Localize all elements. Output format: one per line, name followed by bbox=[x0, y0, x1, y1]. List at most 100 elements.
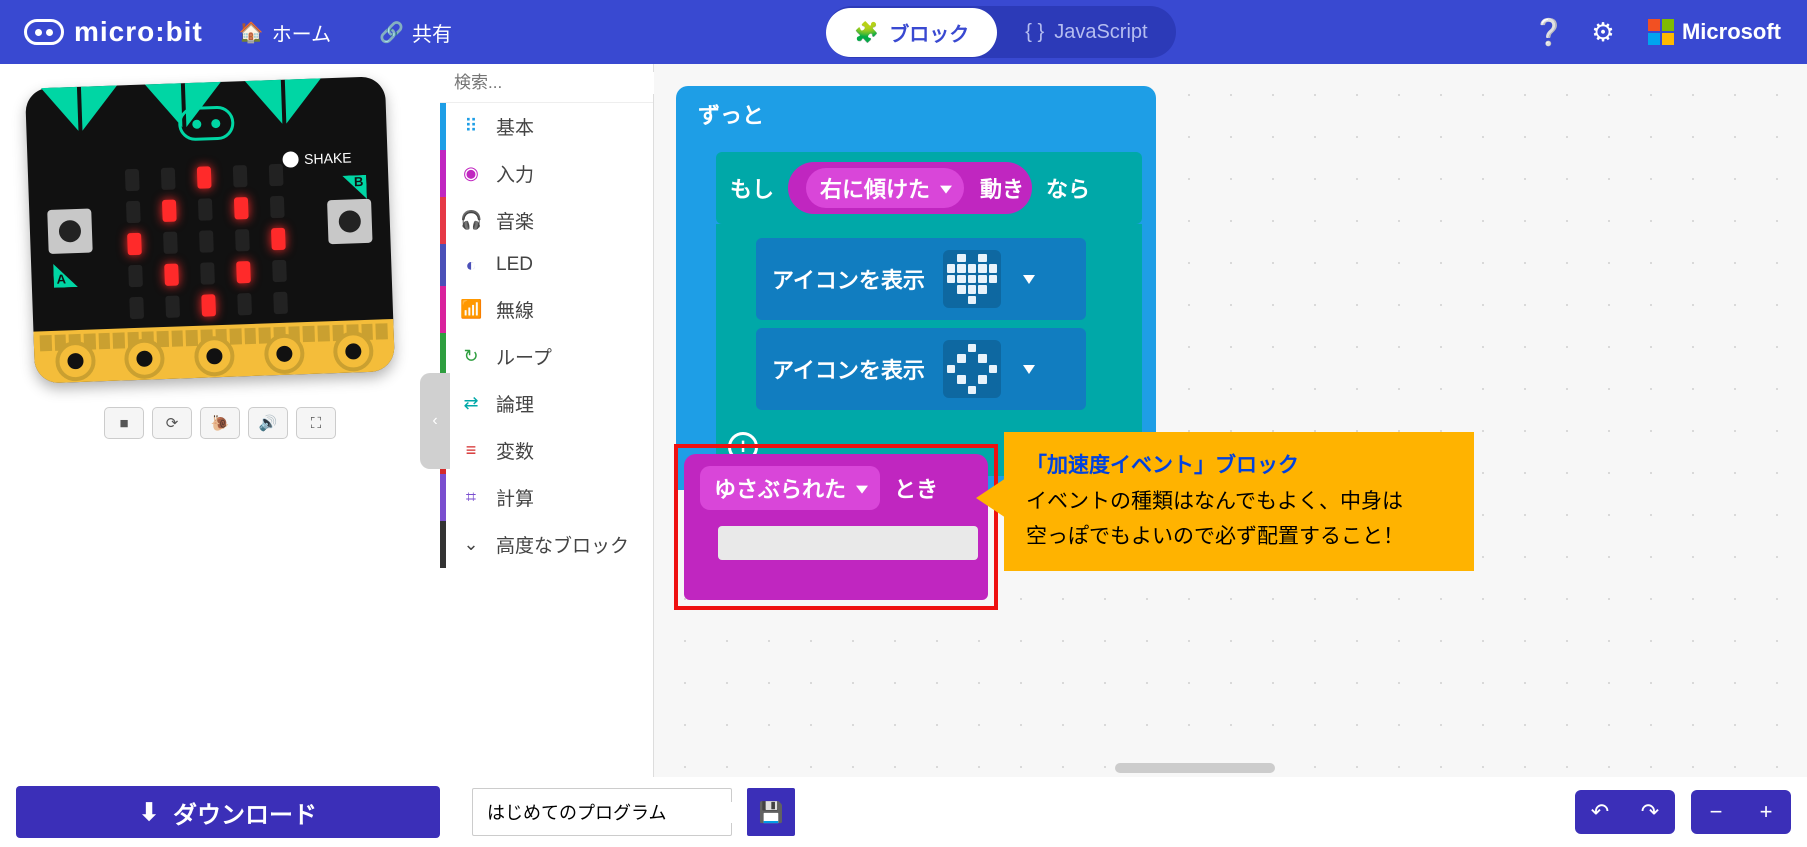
category-label: 論理 bbox=[496, 390, 534, 417]
main: SHAKE A B 0 1 2 3V bbox=[0, 64, 1807, 777]
shake-button[interactable]: SHAKE bbox=[282, 149, 352, 167]
tab-javascript[interactable]: { } JavaScript bbox=[997, 11, 1175, 54]
show-icon-label-1: アイコンを表示 bbox=[772, 263, 925, 295]
category-icon: ⌗ bbox=[460, 487, 482, 508]
led-matrix bbox=[125, 163, 296, 319]
microsoft-label: Microsoft bbox=[1682, 19, 1781, 45]
top-bar: micro:bit 🏠 ホーム 🔗 共有 🧩 ブロック { } JavaScri… bbox=[0, 0, 1807, 64]
sim-fullscreen-button[interactable]: ⛶ bbox=[296, 407, 336, 439]
download-icon: ⬇ bbox=[139, 798, 159, 827]
advanced-toggle[interactable]: ⌄ 高度なブロック bbox=[440, 521, 653, 568]
on-gesture-dropdown[interactable]: ゆさぶられた bbox=[700, 466, 880, 510]
home-icon: 🏠 bbox=[239, 20, 264, 45]
category-label: 基本 bbox=[496, 113, 534, 140]
microbit-board[interactable]: SHAKE A B 0 1 2 3V bbox=[25, 76, 395, 383]
annotation-outline: ゆさぶられた とき bbox=[674, 444, 998, 610]
label-b: B bbox=[342, 175, 367, 200]
callout-line2: 空っぽでもよいので必ず配置すること！ bbox=[1026, 519, 1452, 555]
download-label: ダウンロード bbox=[173, 795, 317, 830]
icon-diamond[interactable] bbox=[943, 340, 1001, 398]
category-4[interactable]: 📶無線 bbox=[440, 286, 653, 333]
block-forever[interactable]: ずっと もし 右に傾けた 動き なら アイコンを表示 bbox=[676, 86, 1156, 490]
collapse-handle[interactable]: ‹ bbox=[420, 373, 450, 469]
on-gesture-when: とき bbox=[894, 472, 938, 504]
category-6[interactable]: ⇄ 論理 bbox=[440, 380, 653, 427]
block-show-icon-1[interactable]: アイコンを表示 bbox=[756, 238, 1086, 320]
edge-connector: 0 1 2 3V GND bbox=[33, 319, 395, 384]
search-input[interactable] bbox=[452, 72, 677, 94]
redo-button[interactable]: ↷ bbox=[1625, 790, 1675, 834]
button-b[interactable] bbox=[327, 199, 373, 245]
bottom-bar: ⬇ ダウンロード 💾 ↶ ↷ − + bbox=[0, 777, 1807, 847]
settings-button[interactable]: ⚙ bbox=[1580, 9, 1626, 55]
category-icon: ⇄ bbox=[460, 393, 482, 414]
category-label: 無線 bbox=[496, 296, 534, 323]
fullscreen-icon: ⛶ bbox=[311, 415, 322, 432]
audio-icon: 🔊 bbox=[259, 414, 278, 432]
workspace[interactable]: ずっと もし 右に傾けた 動き なら アイコンを表示 bbox=[654, 64, 1807, 777]
minus-icon: − bbox=[1710, 799, 1723, 825]
category-label: LED bbox=[496, 254, 533, 276]
undo-redo-group: ↶ ↷ bbox=[1575, 790, 1675, 834]
sim-controls: ■ ⟳ 🐌 🔊 ⛶ bbox=[0, 407, 440, 439]
advanced-label: 高度なブロック bbox=[496, 531, 629, 558]
sim-audio-button[interactable]: 🔊 bbox=[248, 407, 288, 439]
category-2[interactable]: 🎧音楽 bbox=[440, 197, 653, 244]
refresh-icon: ⟳ bbox=[166, 414, 179, 432]
help-icon: ❔ bbox=[1533, 17, 1565, 48]
category-1[interactable]: ◉入力 bbox=[440, 150, 653, 197]
category-icon: ⠿ bbox=[460, 116, 482, 137]
sim-snail-button[interactable]: 🐌 bbox=[200, 407, 240, 439]
zoom-in-button[interactable]: + bbox=[1741, 790, 1791, 834]
category-icon: ◐ bbox=[460, 255, 482, 276]
icon-heart[interactable] bbox=[943, 250, 1001, 308]
logo-face-icon bbox=[24, 19, 64, 45]
project-name-input[interactable] bbox=[473, 802, 733, 823]
tab-js-label: JavaScript bbox=[1054, 21, 1147, 44]
share-button[interactable]: 🔗 共有 bbox=[361, 10, 470, 55]
sim-restart-button[interactable]: ⟳ bbox=[152, 407, 192, 439]
block-show-icon-2[interactable]: アイコンを表示 bbox=[756, 328, 1086, 410]
home-button[interactable]: 🏠 ホーム bbox=[221, 10, 349, 55]
undo-button[interactable]: ↶ bbox=[1575, 790, 1625, 834]
chevron-down-icon: ⌄ bbox=[460, 534, 482, 555]
gesture-dropdown[interactable]: 右に傾けた bbox=[806, 168, 964, 208]
category-icon: ≡ bbox=[460, 440, 482, 461]
share-label: 共有 bbox=[412, 18, 452, 47]
category-label: 変数 bbox=[496, 437, 534, 464]
gesture-motion-label: 動き bbox=[980, 172, 1024, 204]
shake-label: SHAKE bbox=[304, 149, 352, 167]
block-is-gesture[interactable]: 右に傾けた 動き bbox=[788, 162, 1032, 214]
zoom-out-button[interactable]: − bbox=[1691, 790, 1741, 834]
microsoft-logo[interactable]: Microsoft bbox=[1634, 19, 1795, 45]
category-3[interactable]: ◐ LED bbox=[440, 244, 653, 286]
block-on-gesture[interactable]: ゆさぶられた とき bbox=[684, 454, 988, 600]
forever-label: ずっと bbox=[698, 103, 764, 128]
then-label: なら bbox=[1046, 172, 1090, 204]
save-button[interactable]: 💾 bbox=[747, 788, 795, 836]
logo-text: micro:bit bbox=[74, 16, 203, 48]
tab-blocks-label: ブロック bbox=[889, 18, 969, 47]
button-a[interactable] bbox=[47, 208, 93, 254]
category-7[interactable]: ≡ 変数 bbox=[440, 427, 653, 474]
toolbox-search: 🔍 bbox=[440, 64, 653, 103]
category-5[interactable]: ↻ループ bbox=[440, 333, 653, 380]
logo[interactable]: micro:bit bbox=[12, 16, 215, 48]
stop-icon: ■ bbox=[119, 415, 128, 432]
block-if[interactable]: もし 右に傾けた 動き なら bbox=[716, 152, 1142, 224]
dropdown-icon bbox=[1023, 275, 1035, 284]
category-8[interactable]: ⌗計算 bbox=[440, 474, 653, 521]
annotation-callout: 「加速度イベント」ブロック イベントの種類はなんでもよく、中身は 空っぽでもよい… bbox=[1004, 432, 1474, 571]
editor-tabs: 🧩 ブロック { } JavaScript bbox=[826, 6, 1175, 58]
show-icon-label-2: アイコンを表示 bbox=[772, 353, 925, 385]
help-button[interactable]: ❔ bbox=[1526, 9, 1572, 55]
chevron-left-icon: ‹ bbox=[432, 412, 437, 430]
category-0[interactable]: ⠿ 基本 bbox=[440, 103, 653, 150]
workspace-scrollbar[interactable] bbox=[1115, 763, 1275, 773]
sim-stop-button[interactable]: ■ bbox=[104, 407, 144, 439]
download-button[interactable]: ⬇ ダウンロード bbox=[16, 786, 440, 838]
tab-blocks[interactable]: 🧩 ブロック bbox=[826, 8, 997, 57]
right-nav: ❔ ⚙ Microsoft bbox=[1526, 9, 1795, 55]
empty-slot[interactable] bbox=[718, 526, 978, 560]
label-a: A bbox=[53, 263, 78, 288]
